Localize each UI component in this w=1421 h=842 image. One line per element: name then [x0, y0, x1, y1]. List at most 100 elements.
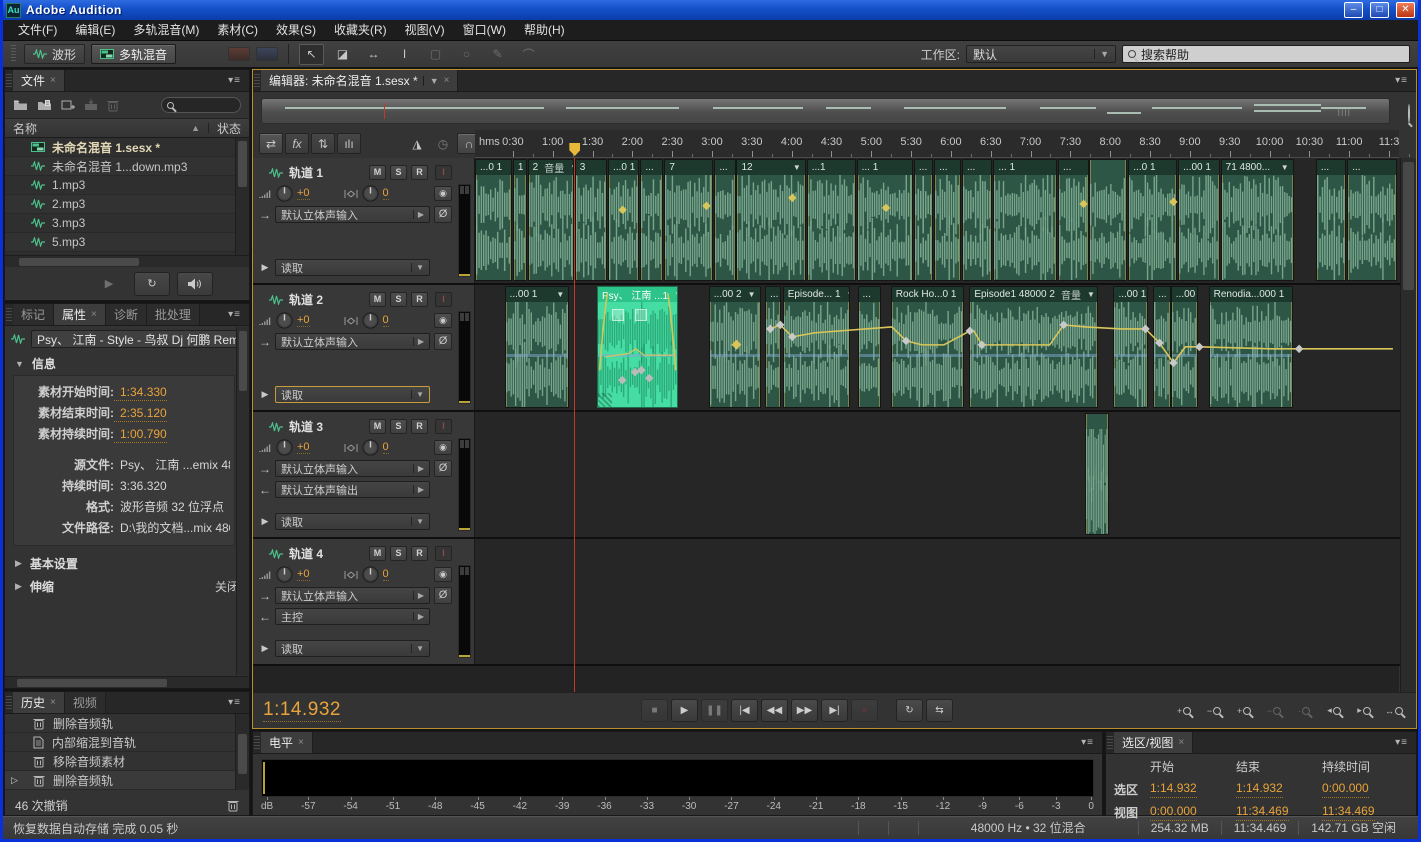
menu-item-2[interactable]: 多轨混音(M) — [124, 20, 208, 40]
play-button[interactable]: ▶ — [671, 699, 698, 722]
clip-title[interactable]: Episode... 1▼ — [784, 287, 849, 302]
clip-title[interactable]: ... — [935, 160, 960, 175]
record-timer-icon[interactable]: ◷ — [431, 133, 455, 154]
track-meters-icon[interactable]: ılı — [337, 133, 361, 154]
paintbrush-selection-tool[interactable]: ✎ — [485, 44, 510, 65]
clear-history-icon[interactable] — [227, 799, 239, 812]
properties-vscrollbar[interactable] — [236, 327, 249, 675]
panel-menu-icon[interactable]: ▾≡ — [220, 304, 249, 325]
audio-clip[interactable]: ... — [1347, 159, 1397, 281]
zoom-in-left-edge-button[interactable]: ◂ — [1322, 701, 1346, 721]
solo-button[interactable]: S — [390, 292, 407, 307]
close-button[interactable]: ✕ — [1396, 2, 1415, 18]
skip-to-start-button[interactable]: |◀ — [731, 699, 758, 722]
menu-item-3[interactable]: 素材(C) — [208, 20, 267, 40]
audio-clip[interactable]: ...00 1 — [1113, 286, 1147, 408]
timeline-ruler[interactable]: hms 0:30 1:00 1:30 2:00 2:30 3:00 3:30 4… — [475, 130, 1399, 158]
audio-clip[interactable] — [1089, 159, 1127, 281]
monitor-input-button[interactable]: I — [435, 165, 452, 180]
file-row[interactable]: 3.mp3 — [5, 214, 249, 233]
panel-menu-icon[interactable]: ▾≡ — [1387, 70, 1416, 91]
stop-button[interactable]: ■ — [641, 699, 668, 722]
audio-clip[interactable] — [1085, 413, 1109, 535]
track-lane[interactable]: ...0 112音量▼3...0 1...7...12▼...1... 1...… — [475, 158, 1399, 283]
phase-button[interactable]: Ø — [434, 206, 452, 223]
tab-标记[interactable]: 标记 — [13, 304, 54, 325]
audio-clip[interactable]: ... — [714, 159, 735, 281]
selview-value[interactable]: 0:00.000 — [1150, 804, 1197, 821]
clip-title[interactable]: ... — [1154, 287, 1170, 302]
import-file-icon[interactable] — [37, 99, 52, 111]
clip-title[interactable]: 7 — [665, 160, 712, 175]
audio-clip[interactable]: ... — [640, 159, 663, 281]
audio-clip[interactable]: 3 — [575, 159, 607, 281]
audio-clip[interactable]: ...0 1 — [475, 159, 512, 281]
monitor-icon[interactable]: ◉ — [434, 186, 452, 201]
tab-files[interactable]: 文件× — [13, 70, 65, 91]
audio-clip[interactable]: ...00 1 — [1178, 159, 1220, 281]
track-name[interactable]: 轨道 3 — [289, 418, 365, 435]
track-routing-icon[interactable]: ⇅ — [311, 133, 335, 154]
sort-ascending-icon[interactable]: ▲ — [191, 123, 209, 133]
clip-title[interactable]: ... — [1348, 160, 1396, 175]
pan-knob[interactable] — [362, 185, 379, 202]
track-name[interactable]: 轨道 4 — [289, 545, 365, 562]
tab-视频[interactable]: 视频 — [65, 692, 106, 713]
automation-mode-select[interactable]: 读取▼ — [275, 513, 430, 530]
marquee-selection-tool[interactable]: ▢ — [423, 44, 448, 65]
insert-into-multitrack-icon[interactable] — [84, 99, 98, 111]
audio-clip[interactable]: Episode1 48000 2音量▼ — [969, 286, 1097, 408]
mute-button[interactable]: M — [369, 419, 386, 434]
tab-诊断[interactable]: 诊断 — [106, 304, 147, 325]
track-lane[interactable] — [475, 412, 1399, 537]
volume-value[interactable]: +0 — [297, 187, 310, 200]
razor-tool[interactable]: ◪ — [330, 44, 355, 65]
audio-clip[interactable]: ...00 2▼ — [709, 286, 761, 408]
solo-button[interactable]: S — [390, 546, 407, 561]
pan-knob[interactable] — [362, 566, 379, 583]
volume-knob[interactable] — [276, 566, 293, 583]
clip-title[interactable]: Psy、 江南 ...1▼ — [598, 287, 677, 302]
selview-value[interactable]: 11:34.469 — [1322, 804, 1375, 821]
clip-title[interactable]: ...0 1 — [1129, 160, 1176, 175]
track-input-select[interactable]: 默认立体声输入▶ — [275, 333, 430, 350]
track-effects-icon[interactable]: fx — [285, 133, 309, 154]
fade-out-handle[interactable] — [635, 309, 647, 321]
tab-selection-view[interactable]: 选区/视图× — [1114, 732, 1193, 753]
property-value[interactable]: 1:00.790 — [114, 427, 167, 443]
lasso-selection-tool[interactable]: ○ — [454, 44, 479, 65]
pan-knob[interactable] — [362, 312, 379, 329]
zoom-reset-button[interactable]: · — [1292, 701, 1316, 721]
new-item-icon[interactable] — [61, 99, 75, 111]
zoom-in-vertical-button[interactable]: + — [1172, 701, 1196, 721]
monitor-input-button[interactable]: I — [435, 419, 452, 434]
panel-menu-icon[interactable]: ▾≡ — [1073, 732, 1102, 753]
phase-button[interactable]: Ø — [434, 333, 452, 350]
audio-clip[interactable]: ... — [962, 159, 992, 281]
record-button[interactable]: ● — [851, 699, 878, 722]
history-item[interactable]: 删除音频轨 — [5, 714, 249, 733]
audio-clip[interactable]: ...1 — [807, 159, 856, 281]
tab-editor[interactable]: 编辑器: 未命名混音 1.sesx * ▼ × — [261, 70, 458, 91]
time-selection-tool[interactable]: Ι — [392, 44, 417, 65]
arm-record-button[interactable]: R — [411, 419, 428, 434]
slip-tool[interactable]: ↔ — [361, 44, 386, 65]
multitrack-view-button[interactable]: 多轨混音 — [91, 44, 176, 64]
clip-title[interactable]: ...00 1▼ — [506, 287, 569, 302]
track-input-select[interactable]: 默认立体声输入▶ — [275, 206, 430, 223]
clip-title[interactable]: ...00 1 — [1179, 160, 1219, 175]
pan-value[interactable]: 0 — [383, 314, 389, 327]
clip-title[interactable]: Rock Ho...0 1▼ — [892, 287, 963, 302]
mute-button[interactable]: M — [369, 165, 386, 180]
zoom-out-vertical-button[interactable]: − — [1202, 701, 1226, 721]
pan-value[interactable]: 0 — [383, 441, 389, 454]
menu-item-0[interactable]: 文件(F) — [9, 20, 66, 40]
monitor-input-button[interactable]: I — [435, 546, 452, 561]
audio-clip[interactable]: 7 — [664, 159, 713, 281]
tab-属性[interactable]: 属性× — [54, 304, 106, 325]
zoom-in-right-edge-button[interactable]: ▸ — [1352, 701, 1376, 721]
audio-clip[interactable]: 1 — [513, 159, 527, 281]
session-overview-bar[interactable]: |||| — [261, 98, 1390, 124]
clip-title[interactable]: ... 1 — [858, 160, 912, 175]
volume-knob[interactable] — [276, 185, 293, 202]
